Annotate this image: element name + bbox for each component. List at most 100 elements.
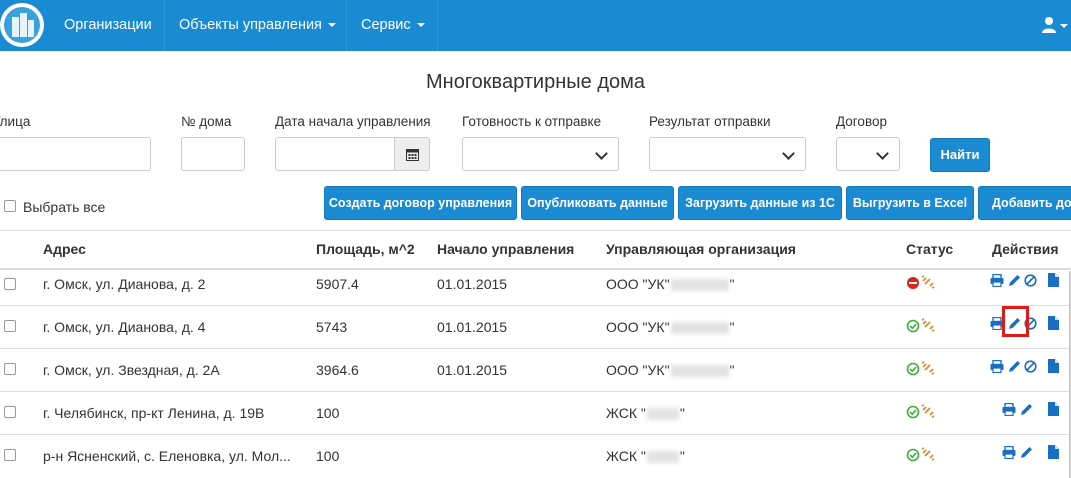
unlink-icon <box>921 447 935 461</box>
org-name-suffix: " <box>729 276 735 292</box>
edit-icon[interactable] <box>1008 360 1021 376</box>
redacted-text <box>646 408 679 421</box>
area-cell: 5907.4 <box>316 276 359 292</box>
chevron-down-icon[interactable] <box>1060 24 1068 28</box>
print-icon[interactable] <box>1002 402 1016 419</box>
org-cell: ЖСК " " <box>606 448 685 464</box>
col-status[interactable]: Статус <box>906 241 953 257</box>
redacted-text <box>670 279 729 292</box>
user-menu-icon[interactable] <box>1042 16 1058 34</box>
ok-status-icon <box>906 319 920 333</box>
col-org[interactable]: Управляющая организация <box>606 241 796 257</box>
print-icon[interactable] <box>990 273 1004 290</box>
document-icon[interactable] <box>1048 359 1059 376</box>
street-input[interactable] <box>0 137 151 171</box>
area-cell: 5743 <box>316 319 348 335</box>
block-icon[interactable] <box>1024 360 1037 376</box>
address-cell[interactable]: г. Омск, ул. Звездная, д. 2А <box>43 362 220 378</box>
calendar-button[interactable] <box>394 137 430 171</box>
ready-label: Готовность к отправке <box>462 114 602 129</box>
start-date-input[interactable] <box>275 137 396 171</box>
print-icon[interactable] <box>990 359 1004 376</box>
load-1c-button[interactable]: Загрузить данные из 1С <box>678 186 842 220</box>
error-status-icon <box>907 277 919 289</box>
row-checkbox[interactable] <box>4 406 16 418</box>
area-cell: 3964.6 <box>316 362 359 378</box>
ok-status-icon <box>906 448 920 462</box>
redacted-text <box>646 451 679 464</box>
start-cell: 01.01.2015 <box>437 362 508 378</box>
nav-service[interactable]: Сервис <box>361 0 425 51</box>
block-icon[interactable] <box>1024 274 1037 290</box>
area-cell: 100 <box>316 448 340 464</box>
address-cell[interactable]: г. Омск, ул. Дианова, д. 2 <box>43 276 205 292</box>
start-date-label: Дата начала управления <box>275 114 431 129</box>
print-icon[interactable] <box>1002 445 1016 462</box>
org-cell: ООО "УК" " <box>606 276 735 292</box>
start-cell: 01.01.2015 <box>437 276 508 292</box>
send-result-select[interactable] <box>649 137 806 171</box>
send-result-label: Результат отправки <box>649 114 771 129</box>
document-icon[interactable] <box>1048 402 1059 419</box>
document-icon[interactable] <box>1048 273 1059 290</box>
page-title: Многоквартирные дома <box>426 71 645 93</box>
col-start[interactable]: Начало управления <box>437 241 574 257</box>
org-cell: ООО "УК" " <box>606 319 735 335</box>
org-cell: ЖСК " " <box>606 405 685 421</box>
house-number-input[interactable] <box>181 137 245 171</box>
org-name-prefix: ООО "УК" <box>606 319 670 335</box>
house-number-label: № дома <box>181 114 232 129</box>
chevron-down-icon <box>595 147 608 160</box>
calendar-icon <box>406 149 419 161</box>
org-name-prefix: ООО "УК" <box>606 276 670 292</box>
area-cell: 100 <box>316 405 340 421</box>
add-house-button[interactable]: Добавить дом <box>978 186 1071 220</box>
edit-icon[interactable] <box>1020 446 1033 462</box>
nav-service-label: Сервис <box>361 17 411 33</box>
unlink-icon <box>921 275 935 289</box>
app-logo[interactable] <box>0 3 44 47</box>
org-cell: ООО "УК" " <box>606 362 735 378</box>
create-contract-button[interactable]: Создать договор управления <box>324 186 517 220</box>
select-all-label: Выбрать все <box>23 199 106 215</box>
document-icon[interactable] <box>1048 316 1059 333</box>
row-checkbox[interactable] <box>4 320 16 332</box>
nav-management-objects[interactable]: Объекты управления <box>179 0 336 51</box>
ok-status-icon <box>906 405 920 419</box>
address-cell[interactable]: г. Челябинск, пр-кт Ленина, д. 19В <box>43 405 264 421</box>
street-label: Улица <box>0 114 31 129</box>
publish-data-button[interactable]: Опубликовать данные <box>521 186 674 220</box>
edit-icon[interactable] <box>1020 403 1033 419</box>
select-all-checkbox[interactable] <box>4 200 16 212</box>
unlink-icon <box>921 361 935 375</box>
chevron-down-icon <box>876 147 889 160</box>
address-cell[interactable]: г. Омск, ул. Дианова, д. 4 <box>43 319 205 335</box>
document-icon[interactable] <box>1048 445 1059 462</box>
col-actions: Действия <box>992 241 1059 257</box>
address-cell[interactable]: р-н Ясненский, с. Еленовка, ул. Мол... <box>43 448 291 464</box>
row-checkbox[interactable] <box>4 278 16 290</box>
contract-select[interactable] <box>836 137 900 171</box>
unlink-icon <box>921 404 935 418</box>
chevron-down-icon <box>782 147 795 160</box>
export-excel-button[interactable]: Выгрузить в Excel <box>846 186 974 220</box>
ok-status-icon <box>906 362 920 376</box>
col-address[interactable]: Адрес <box>43 241 86 257</box>
row-checkbox[interactable] <box>4 363 16 375</box>
org-name-prefix: ООО "УК" <box>606 362 670 378</box>
edit-icon[interactable] <box>1008 274 1021 290</box>
org-name-suffix: " <box>729 319 735 335</box>
highlight-box <box>1002 306 1029 337</box>
org-name-suffix: " <box>679 448 685 464</box>
ready-select[interactable] <box>462 137 619 171</box>
top-navbar: Организации Объекты управления Сервис <box>0 0 1071 51</box>
row-checkbox[interactable] <box>4 449 16 461</box>
nav-organizations[interactable]: Организации <box>64 0 152 51</box>
chevron-down-icon <box>416 23 425 28</box>
nav-management-objects-label: Объекты управления <box>179 17 322 33</box>
find-button[interactable]: Найти <box>930 138 990 172</box>
org-name-prefix: ЖСК " <box>606 405 646 421</box>
org-name-suffix: " <box>679 405 685 421</box>
org-name-suffix: " <box>729 362 735 378</box>
col-area[interactable]: Площадь, м^2 <box>316 241 415 257</box>
